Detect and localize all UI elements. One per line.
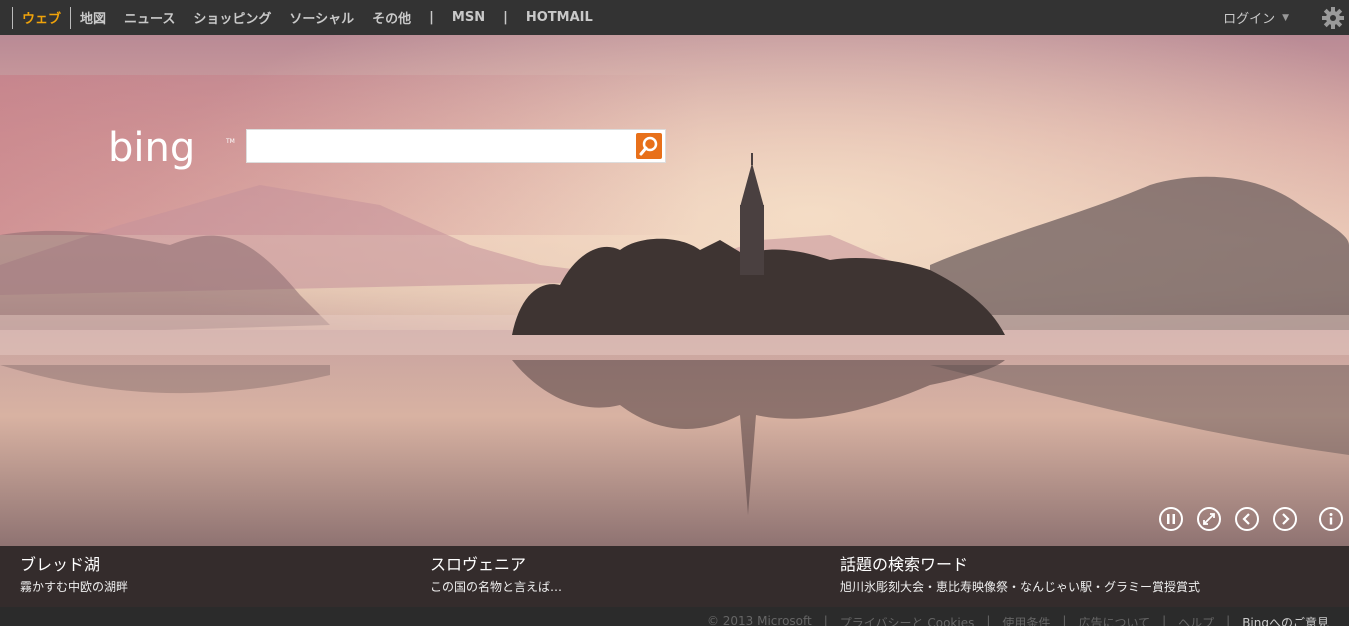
footer-link-help[interactable]: ヘルプ: [1178, 614, 1214, 626]
footer-copyright: © 2013 Microsoft: [706, 614, 812, 626]
footer-link-advertise[interactable]: 広告について: [1078, 614, 1150, 626]
caption-country: スロヴェニア この国の名物と言えば…: [430, 555, 562, 595]
caption-country-title[interactable]: スロヴェニア: [430, 555, 562, 575]
footer-link-terms[interactable]: 使用条件: [1002, 614, 1050, 626]
top-nav: ウェブ 地図 ニュース ショッピング ソーシャル その他 | MSN | HOT…: [0, 0, 602, 35]
next-icon: [1282, 513, 1290, 525]
search-button[interactable]: [636, 133, 662, 159]
nav-item-social[interactable]: ソーシャル: [280, 8, 363, 27]
footer-separator: |: [1162, 614, 1167, 626]
caption-trending-subtitle[interactable]: 旭川氷彫刻大会・恵比寿映像祭・なんじゃい駅・グラミー賞授賞式: [840, 579, 1200, 595]
login-menu[interactable]: ログイン ▼: [1223, 0, 1289, 35]
background-photo: bing TM: [0, 35, 1349, 546]
svg-text:bing: bing: [108, 127, 195, 171]
svg-text:TM: TM: [225, 138, 235, 145]
footer-link-privacy[interactable]: プライバシーと Cookies: [840, 614, 975, 626]
image-info-button[interactable]: [1319, 507, 1343, 531]
caption-country-subtitle[interactable]: この国の名物と言えば…: [430, 579, 562, 595]
search-icon: [639, 136, 658, 156]
previous-icon: [1242, 513, 1250, 525]
footer-links: © 2013 Microsoft | プライバシーと Cookies | 使用条…: [701, 614, 1335, 626]
fullscreen-button[interactable]: [1197, 507, 1221, 531]
footer: © 2013 Microsoft | プライバシーと Cookies | 使用条…: [0, 607, 1349, 626]
search-input[interactable]: [251, 132, 635, 162]
caption-strip: ブレッド湖 霧かすむ中欧の湖畔 スロヴェニア この国の名物と言えば… 話題の検索…: [0, 546, 1349, 607]
footer-separator: |: [823, 614, 828, 626]
login-label: ログイン: [1223, 12, 1276, 27]
footer-separator: |: [986, 614, 991, 626]
chevron-down-icon: ▼: [1282, 12, 1289, 23]
caption-location-subtitle[interactable]: 霧かすむ中欧の湖畔: [20, 579, 128, 595]
caption-location: ブレッド湖 霧かすむ中欧の湖畔: [20, 555, 128, 595]
top-bar: ウェブ 地図 ニュース ショッピング ソーシャル その他 | MSN | HOT…: [0, 0, 1349, 35]
nav-item-shopping[interactable]: ショッピング: [184, 8, 280, 27]
nav-item-msn[interactable]: MSN: [443, 10, 494, 25]
nav-item-web[interactable]: ウェブ: [13, 8, 70, 27]
nav-item-hotmail[interactable]: HOTMAIL: [517, 10, 602, 25]
nav-pipe-1: |: [429, 10, 434, 25]
next-image-button[interactable]: [1273, 507, 1297, 531]
nav-pipe-2: |: [503, 10, 508, 25]
nav-item-more[interactable]: その他: [363, 8, 420, 27]
fullscreen-icon: [1203, 513, 1215, 525]
nav-item-news[interactable]: ニュース: [115, 8, 184, 27]
lake-landscape-image: [0, 35, 1349, 546]
pause-icon: [1167, 514, 1175, 524]
info-icon: [1329, 513, 1333, 525]
footer-link-feedback[interactable]: Bingへのご意見: [1242, 614, 1329, 626]
nav-item-maps[interactable]: 地図: [71, 8, 115, 27]
footer-separator: |: [1226, 614, 1231, 626]
previous-image-button[interactable]: [1235, 507, 1259, 531]
footer-separator: |: [1062, 614, 1067, 626]
search-box: [246, 129, 666, 163]
caption-location-title[interactable]: ブレッド湖: [20, 555, 128, 575]
caption-trending: 話題の検索ワード 旭川氷彫刻大会・恵比寿映像祭・なんじゃい駅・グラミー賞授賞式: [840, 555, 1200, 595]
bing-logo[interactable]: bing TM: [108, 127, 236, 175]
pause-button[interactable]: [1159, 507, 1183, 531]
caption-trending-title[interactable]: 話題の検索ワード: [840, 555, 1200, 575]
settings-gear-icon[interactable]: [1321, 6, 1345, 30]
